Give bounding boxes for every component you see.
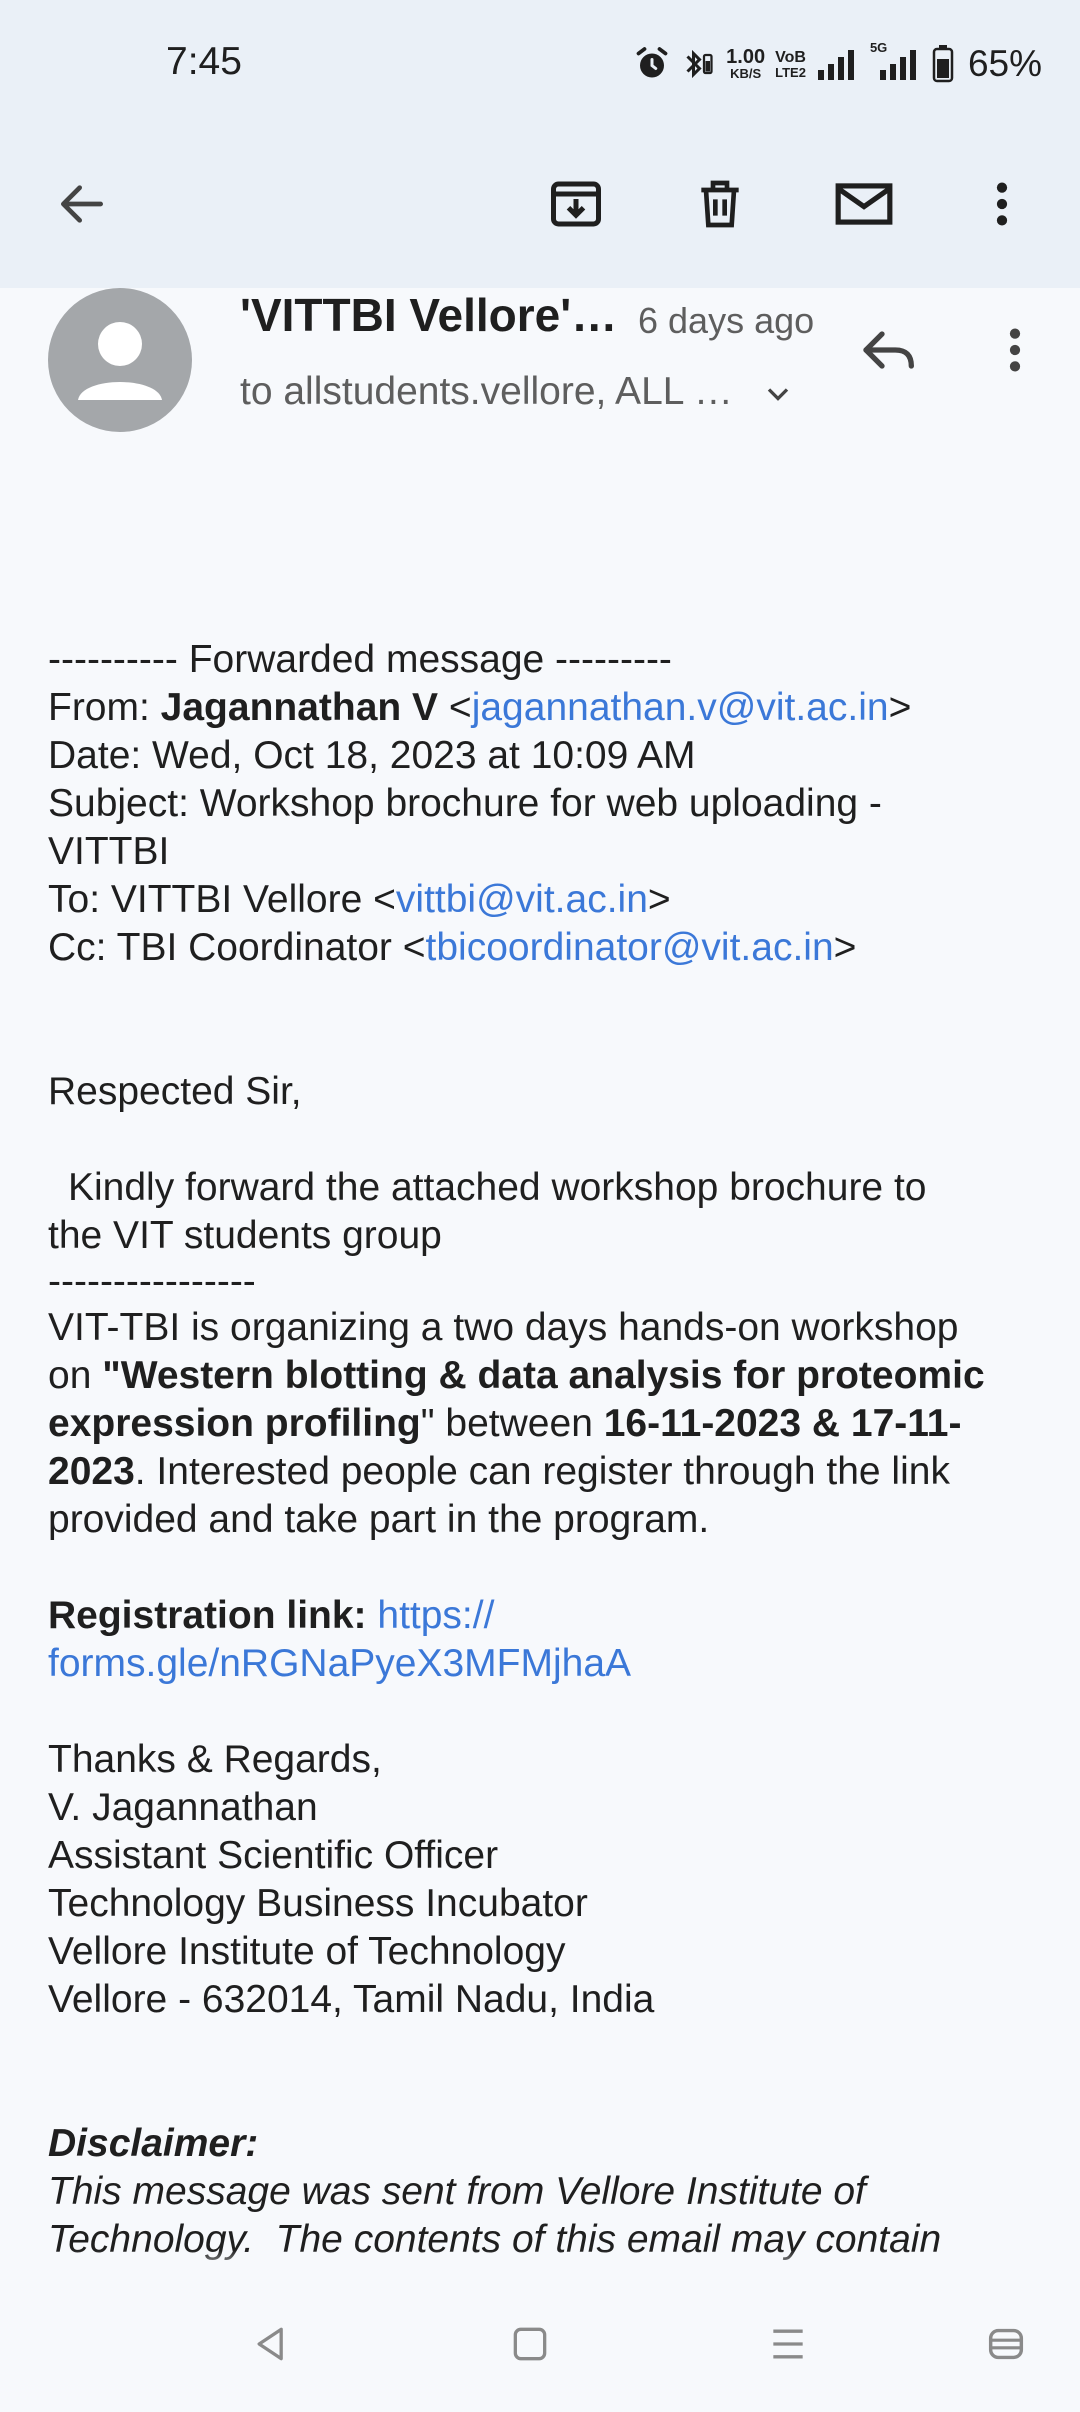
separator: ---------------- bbox=[48, 1260, 256, 1303]
disclaimer-line-1: This message was sent from Vellore Insti… bbox=[48, 2170, 866, 2213]
message-more-button[interactable] bbox=[975, 310, 1055, 390]
nav-back-icon bbox=[257, 2327, 283, 2361]
intro-line-3: expression profiling" between 16-11-2023… bbox=[48, 1402, 962, 1445]
nav-recents-icon bbox=[773, 2329, 803, 2359]
nav-assist-icon bbox=[988, 2328, 1024, 2360]
from-name: Jagannathan V bbox=[160, 686, 439, 729]
mark-unread-button[interactable] bbox=[824, 164, 904, 244]
status-bar: 7:45 1.00 KB/S VoB LTE2 5G 65% bbox=[0, 0, 1080, 128]
message-time: 6 days ago bbox=[638, 300, 815, 341]
request-line-2: the VIT students group bbox=[48, 1214, 442, 1257]
forwarded-header: ---------- Forwarded message --------- bbox=[48, 638, 672, 681]
greeting: Respected Sir, bbox=[48, 1070, 302, 1113]
to-line: To: VITTBI Vellore <vittbi@vit.ac.in> bbox=[48, 878, 671, 921]
arrow-left-icon bbox=[61, 185, 103, 223]
intro-line-4: 2023. Interested people can register thr… bbox=[48, 1450, 950, 1493]
more-vertical-icon bbox=[996, 182, 1008, 226]
sender-name[interactable]: 'VITTBI Vellore' via allstudents.vellore bbox=[240, 288, 620, 342]
request-line-1: Kindly forward the attached workshop bro… bbox=[68, 1166, 927, 1209]
recipients[interactable]: to allstudents.vellore, ALL STUDENTS bbox=[240, 370, 740, 414]
back-button[interactable] bbox=[42, 164, 122, 244]
intro-line-5: provided and take part in the program. bbox=[48, 1498, 710, 1541]
disclaimer-title: Disclaimer: bbox=[48, 2122, 259, 2165]
cc-line: Cc: TBI Coordinator <tbicoordinator@vit.… bbox=[48, 926, 857, 969]
intro-line-2: on "Western blotting & data analysis for… bbox=[48, 1354, 985, 1397]
bluetooth-battery-icon bbox=[680, 46, 716, 82]
subject-line-1: Subject: Workshop brochure for web uploa… bbox=[48, 782, 882, 825]
reply-icon bbox=[863, 331, 914, 369]
message-header: 'VITTBI Vellore' via allstudents.vellore… bbox=[0, 288, 1080, 458]
signal-icon-2: 5G bbox=[870, 40, 922, 82]
alarm-icon bbox=[634, 46, 670, 82]
nav-assist-button[interactable] bbox=[970, 2308, 1042, 2380]
signal-icon-1 bbox=[816, 46, 860, 82]
trash-icon bbox=[701, 180, 739, 228]
registration-link[interactable]: https:// bbox=[377, 1594, 494, 1637]
nav-back-button[interactable] bbox=[236, 2308, 308, 2380]
archive-button[interactable] bbox=[536, 164, 616, 244]
volte-indicator: VoB LTE2 bbox=[775, 48, 806, 80]
message-body: ---------- Forwarded message --------- F… bbox=[48, 636, 1048, 2264]
to-email-link[interactable]: vittbi@vit.ac.in bbox=[396, 878, 648, 921]
signature-line: V. Jagannathan bbox=[48, 1786, 318, 1829]
registration-label: Registration link: bbox=[48, 1594, 378, 1637]
network-speed: 1.00 KB/S bbox=[726, 46, 766, 81]
battery-percent: 65% bbox=[967, 43, 1042, 84]
cc-email-link[interactable]: tbicoordinator@vit.ac.in bbox=[426, 926, 834, 969]
more-vertical-icon bbox=[1009, 328, 1021, 372]
status-time: 7:45 bbox=[166, 40, 242, 83]
date-line: Date: Wed, Oct 18, 2023 at 10:09 AM bbox=[48, 734, 696, 777]
signature-line: Technology Business Incubator bbox=[48, 1882, 588, 1925]
signature-line: Thanks & Regards, bbox=[48, 1738, 382, 1781]
signature-line: Vellore - 632014, Tamil Nadu, India bbox=[48, 1978, 655, 2021]
reply-button[interactable] bbox=[850, 310, 930, 390]
from-line: From: Jagannathan V <jagannathan.v@vit.a… bbox=[48, 686, 912, 729]
avatar[interactable] bbox=[48, 288, 192, 432]
mail-icon bbox=[835, 183, 893, 225]
signature-line: Vellore Institute of Technology bbox=[48, 1930, 566, 1973]
archive-icon bbox=[551, 181, 601, 227]
registration-line: Registration link: https:// bbox=[48, 1592, 1048, 1640]
subject-line-2: VITTBI bbox=[48, 830, 170, 873]
status-icons: 1.00 KB/S VoB LTE2 5G 65% bbox=[634, 36, 1042, 92]
signature-line: Assistant Scientific Officer bbox=[48, 1834, 499, 1877]
nav-home-button[interactable] bbox=[494, 2308, 566, 2380]
workshop-dates: 16-11-2023 & 17-11- bbox=[603, 1402, 962, 1445]
workshop-title: "Western blotting & data analysis for pr… bbox=[102, 1354, 985, 1397]
battery-icon bbox=[932, 45, 954, 83]
registration-link-cont: forms.gle/nRGNaPyeX3MFMjhaA bbox=[48, 1642, 632, 1685]
delete-button[interactable] bbox=[680, 164, 760, 244]
chevron-down-icon[interactable] bbox=[760, 376, 796, 417]
person-icon bbox=[78, 322, 162, 400]
app-bar bbox=[0, 128, 1080, 288]
system-nav-bar bbox=[0, 2276, 1080, 2412]
intro-line-1: VIT-TBI is organizing a two days hands-o… bbox=[48, 1306, 959, 1349]
nav-home-icon bbox=[513, 2327, 547, 2361]
more-options-button[interactable] bbox=[962, 164, 1042, 244]
nav-recents-button[interactable] bbox=[752, 2308, 824, 2380]
from-email-link[interactable]: jagannathan.v@vit.ac.in bbox=[472, 686, 889, 729]
